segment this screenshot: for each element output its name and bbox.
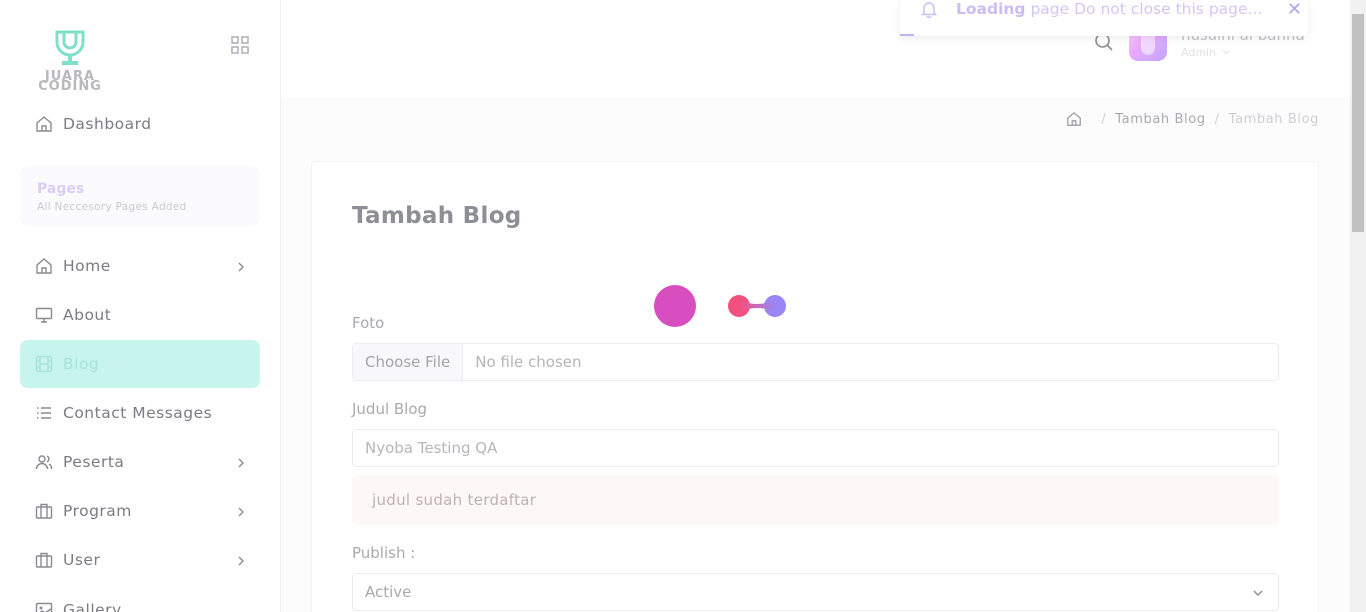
pages-section-title: Pages	[37, 181, 85, 197]
bell-icon	[920, 2, 938, 18]
brand-logo-text: JUARA CODING	[38, 69, 102, 94]
breadcrumb: / Tambah Blog / Tambah Blog	[1066, 111, 1319, 127]
sidebar: JUARA CODING Dashboard Pages All Necceso…	[0, 0, 281, 612]
sidebar-item-dashboard[interactable]: Dashboard	[20, 100, 260, 148]
pages-section-header: Pages All Neccesory Pages Added	[20, 166, 260, 226]
page-title: Tambah Blog	[352, 203, 522, 229]
home-icon	[35, 115, 53, 133]
judul-blog-input[interactable]	[352, 429, 1279, 467]
home-icon[interactable]	[1066, 111, 1082, 127]
list-icon	[35, 404, 53, 422]
toast-message-text: page Do not close this page...	[1025, 0, 1263, 18]
foto-file-input[interactable]: Choose File No file chosen	[352, 343, 1279, 381]
toast-message: Loading page Do not close this page...	[956, 0, 1262, 18]
sidebar-item-label: User	[63, 551, 101, 569]
publish-label: Publish :	[352, 544, 416, 562]
sidebar-toggle-button[interactable]	[231, 36, 249, 54]
breadcrumb-current: Tambah Blog	[1228, 111, 1319, 127]
home-icon	[35, 257, 53, 275]
user-role: Admin	[1181, 46, 1217, 59]
users-icon	[35, 453, 53, 471]
scrollbar-thumb[interactable]	[1352, 14, 1364, 232]
sidebar-item-label: Contact Messages	[63, 404, 213, 422]
loading-spinner-pill	[728, 295, 786, 317]
sidebar-item-contact-messages[interactable]: Contact Messages	[20, 389, 260, 437]
brand-logo[interactable]: JUARA CODING	[34, 28, 106, 94]
sidebar-item-home[interactable]: Home	[20, 242, 260, 290]
chevron-right-icon	[238, 458, 244, 468]
briefcase-icon	[35, 502, 53, 520]
sidebar-item-about[interactable]: About	[20, 291, 260, 339]
foto-label: Foto	[352, 314, 385, 332]
chevron-down-icon	[1253, 590, 1263, 596]
sidebar-item-gallery[interactable]: Gallery	[20, 586, 260, 612]
chevron-right-icon	[238, 262, 244, 272]
loading-toast: Loading page Do not close this page... ✕	[900, 0, 1308, 36]
breadcrumb-link[interactable]: Tambah Blog	[1115, 112, 1205, 127]
sidebar-item-label: Program	[63, 502, 132, 520]
sidebar-item-program[interactable]: Program	[20, 487, 260, 535]
error-alert: judul sudah terdaftar	[352, 475, 1279, 525]
chevron-right-icon	[238, 556, 244, 566]
sidebar-item-label: Dashboard	[63, 115, 152, 133]
pages-section-subtitle: All Neccesory Pages Added	[37, 201, 187, 213]
sidebar-item-label: About	[63, 306, 112, 324]
user-role-dropdown[interactable]: Admin	[1181, 46, 1230, 59]
form-card: Tambah Blog Foto Choose File No file cho…	[311, 161, 1319, 612]
breadcrumb-separator: /	[1214, 111, 1220, 127]
judul-blog-label: Judul Blog	[352, 400, 428, 418]
choose-file-button[interactable]: Choose File	[353, 344, 464, 380]
breadcrumb-separator: /	[1101, 111, 1107, 127]
page-scrollbar[interactable]	[1350, 0, 1366, 612]
toast-close-button[interactable]: ✕	[1287, 0, 1302, 20]
sidebar-item-label: Peserta	[63, 453, 125, 471]
publish-selected-value: Active	[365, 583, 412, 601]
sidebar-item-blog[interactable]: Blog	[20, 340, 260, 388]
sidebar-item-label: Gallery	[63, 601, 122, 612]
sidebar-item-user[interactable]: User	[20, 536, 260, 584]
toast-progress-bar	[900, 34, 914, 36]
trophy-icon	[55, 30, 85, 65]
toast-message-strong: Loading	[956, 0, 1026, 18]
sidebar-item-label: Home	[63, 257, 111, 275]
file-name-text: No file chosen	[475, 353, 582, 371]
publish-select[interactable]: Active	[352, 573, 1279, 611]
film-icon	[35, 355, 53, 373]
chevron-right-icon	[238, 507, 244, 517]
sidebar-item-peserta[interactable]: Peserta	[20, 438, 260, 486]
image-icon	[35, 601, 53, 612]
grid-icon	[231, 36, 249, 54]
loading-spinner-dot	[654, 285, 696, 327]
monitor-icon	[35, 306, 53, 324]
sidebar-item-label: Blog	[63, 355, 100, 373]
briefcase-icon	[35, 551, 53, 569]
chevron-down-icon	[1222, 50, 1229, 55]
